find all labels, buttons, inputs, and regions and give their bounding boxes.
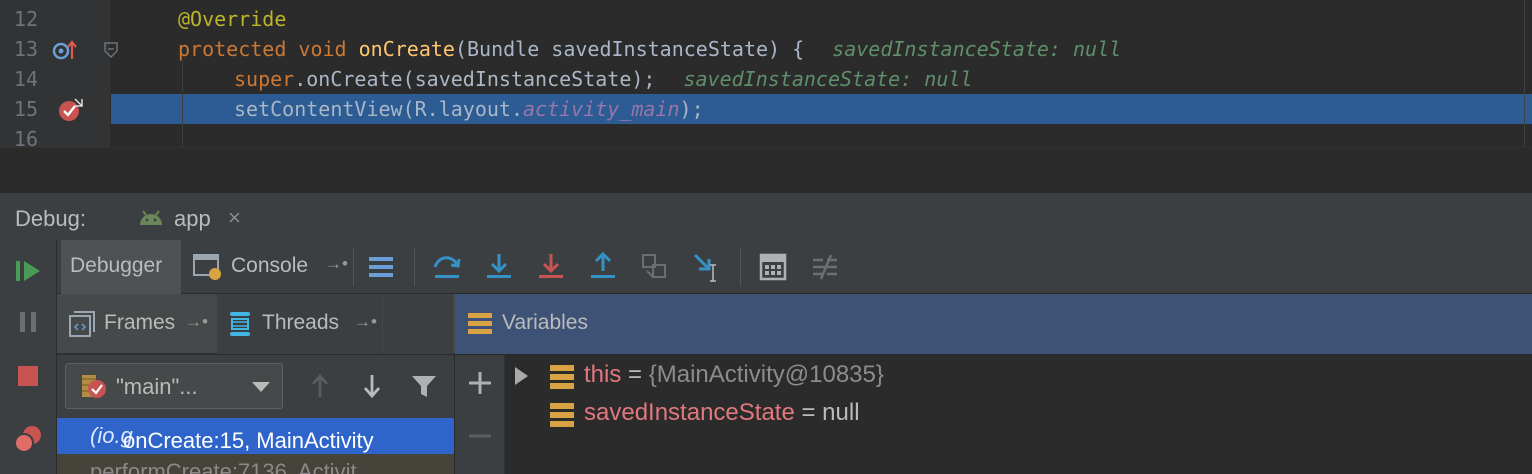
debug-side-toolbar (0, 240, 57, 474)
method-name: onCreate (358, 37, 455, 61)
tab-threads-label: Threads (262, 311, 340, 334)
app-session-tab[interactable]: app × (120, 193, 260, 241)
indent-guide (182, 60, 183, 147)
pin-icon[interactable]: →• (325, 254, 348, 274)
set-content-view-call: setContentView(R.layout. (234, 97, 523, 121)
variables-icon (468, 313, 492, 340)
chevron-down-icon (252, 382, 270, 392)
step-over-icon[interactable] (431, 251, 463, 283)
code-line-12[interactable]: 12 @Override (0, 4, 1532, 34)
pause-icon[interactable] (12, 306, 44, 338)
field-icon (550, 403, 574, 434)
pin-icon[interactable]: →• (354, 312, 377, 332)
toolbar-separator (414, 248, 415, 286)
variable-value: null (822, 399, 860, 426)
frames-icon (69, 311, 95, 342)
variable-equals: = (621, 361, 649, 388)
code-line-15[interactable]: 15 setContentView(R.layout.activity_main… (0, 94, 1532, 124)
variable-name: this (584, 361, 622, 388)
thread-suspended-icon (80, 373, 108, 406)
debugger-toolbar: Debugger Console →• (57, 240, 1532, 294)
tab-frames-label: Frames (104, 311, 176, 334)
evaluate-expression-icon[interactable] (757, 251, 789, 283)
right-margin-guide (1524, 0, 1525, 147)
resume-icon[interactable] (12, 255, 44, 287)
field-icon (550, 365, 574, 396)
method-params: (Bundle savedInstanceState) { (454, 37, 805, 61)
variable-row-savedinstancestate[interactable]: savedInstanceState = null (505, 395, 1532, 433)
tab-debugger-label: Debugger (70, 254, 163, 277)
threads-icon (227, 310, 253, 343)
line-number: 15 (13, 97, 38, 121)
frames-panel: "main"... onCreate:15, MainActivity (io.… (57, 355, 455, 474)
pin-icon[interactable]: →• (185, 312, 208, 332)
debug-label: Debug: (15, 206, 86, 231)
toolbar-separator (740, 248, 741, 286)
tab-console-label: Console (231, 254, 309, 277)
step-into-icon[interactable] (483, 251, 515, 283)
step-out-icon[interactable] (587, 251, 619, 283)
line-number: 16 (13, 127, 38, 147)
variables-panel-header: Variables (455, 294, 1532, 354)
run-to-cursor-icon[interactable] (691, 251, 723, 283)
frame-method: onCreate:15, MainActivity (123, 428, 374, 453)
expand-arrow-icon[interactable] (515, 367, 528, 385)
thread-selector-value: "main"... (116, 374, 198, 399)
console-icon (193, 253, 223, 286)
variable-equals: = (794, 399, 823, 426)
line-number: 12 (13, 7, 38, 31)
code-line-14[interactable]: 14 super.onCreate(savedInstanceState); sa… (0, 64, 1532, 94)
empty-tab-area (383, 294, 453, 354)
force-step-into-icon[interactable] (535, 251, 567, 283)
stop-icon[interactable] (12, 360, 44, 392)
tab-threads[interactable]: Threads →• (217, 294, 382, 354)
previous-frame-icon[interactable] (305, 371, 335, 401)
keyword-void: void (298, 37, 347, 61)
debugger-panel-headers: Frames →• Threads →• Variables (57, 294, 1532, 354)
remove-watch-icon[interactable] (467, 423, 493, 454)
tab-frames[interactable]: Frames →• (57, 294, 215, 354)
thread-selector[interactable]: "main"... (65, 363, 283, 409)
statement-end: ); (679, 97, 704, 121)
trace-icon[interactable] (809, 251, 841, 283)
inline-debug-hint: savedInstanceState: null (832, 37, 1122, 61)
fold-icon[interactable] (104, 42, 118, 63)
code-editor[interactable]: 12 @Override 13 protected void onCreate(… (0, 0, 1532, 147)
keyword-super: super (234, 67, 295, 91)
variables-panel: this = {MainActivity@10835} savedInstanc… (455, 355, 1532, 474)
editor-bottom-space (0, 147, 1532, 192)
show-execution-point-icon[interactable] (365, 251, 397, 283)
filter-icon[interactable] (409, 371, 439, 401)
add-watch-icon[interactable] (467, 370, 493, 401)
line-number: 14 (13, 67, 38, 91)
drop-frame-icon[interactable] (639, 251, 671, 283)
variable-name: savedInstanceState (584, 399, 795, 426)
layout-field: activity_main (522, 97, 680, 121)
toolbar-separator (353, 248, 354, 286)
frame-row-selected[interactable]: onCreate:15, MainActivity (io.g (57, 418, 454, 454)
app-tab-label: app (174, 206, 211, 231)
code-line-13[interactable]: 13 protected void onCreate(Bundle savedI… (0, 34, 1532, 64)
code-line-16[interactable]: 16 (0, 124, 1532, 147)
variable-row-this[interactable]: this = {MainActivity@10835} (505, 357, 1532, 395)
variables-side-tools (455, 355, 505, 474)
close-tab-icon[interactable]: × (228, 205, 241, 231)
override-method-icon[interactable] (52, 39, 78, 66)
debug-tool-window-header: Debug: app × (0, 192, 1532, 240)
frame-method: performCreate:7136, Activit (90, 459, 357, 474)
android-icon (138, 208, 164, 231)
tab-debugger[interactable]: Debugger (61, 240, 181, 294)
line-number: 13 (13, 37, 38, 61)
view-breakpoints-icon[interactable] (12, 423, 44, 455)
variables-label: Variables (502, 311, 588, 334)
variable-value: {MainActivity@10835} (648, 361, 884, 388)
super-call: .onCreate(savedInstanceState); (294, 67, 656, 91)
inline-debug-hint: savedInstanceState: null (683, 67, 973, 91)
keyword-protected: protected (178, 37, 287, 61)
annotation-override: @Override (178, 7, 287, 31)
frame-row[interactable]: performCreate:7136, Activit (57, 454, 454, 474)
next-frame-icon[interactable] (357, 371, 387, 401)
